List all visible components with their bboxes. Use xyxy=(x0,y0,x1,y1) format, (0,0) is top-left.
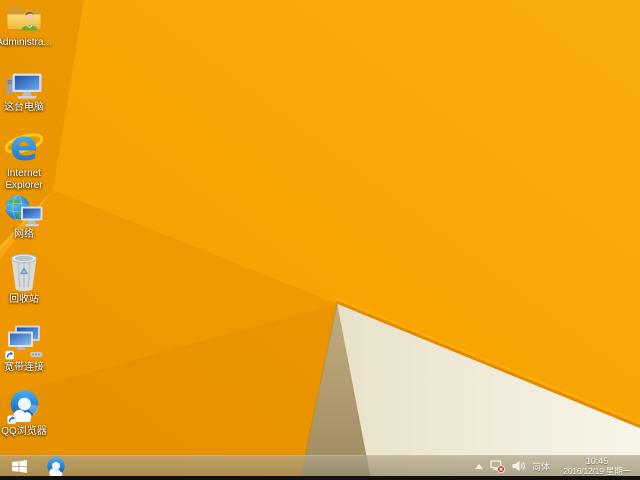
desktop-icon-label: Administra... xyxy=(0,37,52,48)
desktop-icon-label: 这台电脑 xyxy=(4,102,44,113)
taskbar-clock[interactable]: 10:45 2016/12/19 星期一 xyxy=(557,456,637,476)
windows-start-icon xyxy=(11,459,27,473)
desktop-icon-internet-explorer[interactable]: e Internet Explorer xyxy=(0,127,59,192)
system-tray: 简体 10:45 2016/12/19 星期一 xyxy=(474,456,637,476)
input-language-indicator[interactable]: 简体 xyxy=(532,460,550,473)
svg-text:e: e xyxy=(10,127,39,166)
taskbar-qq-browser-button[interactable] xyxy=(41,456,71,476)
desktop-icon-broadband-connection[interactable]: 宽带连接 xyxy=(0,325,59,374)
desktop-icon-label: Internet xyxy=(7,168,41,179)
desktop-icon-qq-browser[interactable]: QQ浏览器 xyxy=(0,389,59,438)
recycle-bin-icon xyxy=(9,251,39,292)
user-folder-icon xyxy=(6,2,42,35)
desktop-icon-administrator[interactable]: Administra... xyxy=(0,2,59,49)
clock-date: 2016/12/19 星期一 xyxy=(563,466,631,476)
screen-bottom-strip xyxy=(0,476,640,480)
desktop-icon-label: 网络 xyxy=(14,229,34,240)
windows-desktop: Administra... 这台电脑 e Internet Explorer 网… xyxy=(0,0,640,480)
show-hidden-icons-arrow[interactable] xyxy=(474,464,483,469)
computer-icon xyxy=(6,73,42,100)
desktop-wallpaper xyxy=(0,0,640,480)
desktop-icon-label: Explorer xyxy=(5,180,43,191)
desktop-icon-label: 回收站 xyxy=(9,294,39,305)
clock-time: 10:45 xyxy=(585,456,609,466)
internet-explorer-icon: e xyxy=(4,127,44,166)
desktop-icon-recycle-bin[interactable]: 回收站 xyxy=(0,251,59,306)
qq-browser-icon xyxy=(45,456,67,477)
network-disconnected-icon[interactable] xyxy=(490,459,505,473)
desktop-icon-this-pc[interactable]: 这台电脑 xyxy=(0,73,59,114)
network-globe-icon xyxy=(5,195,43,227)
desktop-icon-label: 宽带连接 xyxy=(4,362,44,373)
desktop-icon-label: QQ浏览器 xyxy=(1,426,47,437)
taskbar: 简体 10:45 2016/12/19 星期一 xyxy=(0,455,640,476)
speaker-icon[interactable] xyxy=(512,460,525,472)
start-button[interactable] xyxy=(4,456,34,476)
desktop-icon-network[interactable]: 网络 xyxy=(0,195,59,241)
qq-browser-icon xyxy=(7,389,41,424)
broadband-connection-icon xyxy=(5,325,43,360)
